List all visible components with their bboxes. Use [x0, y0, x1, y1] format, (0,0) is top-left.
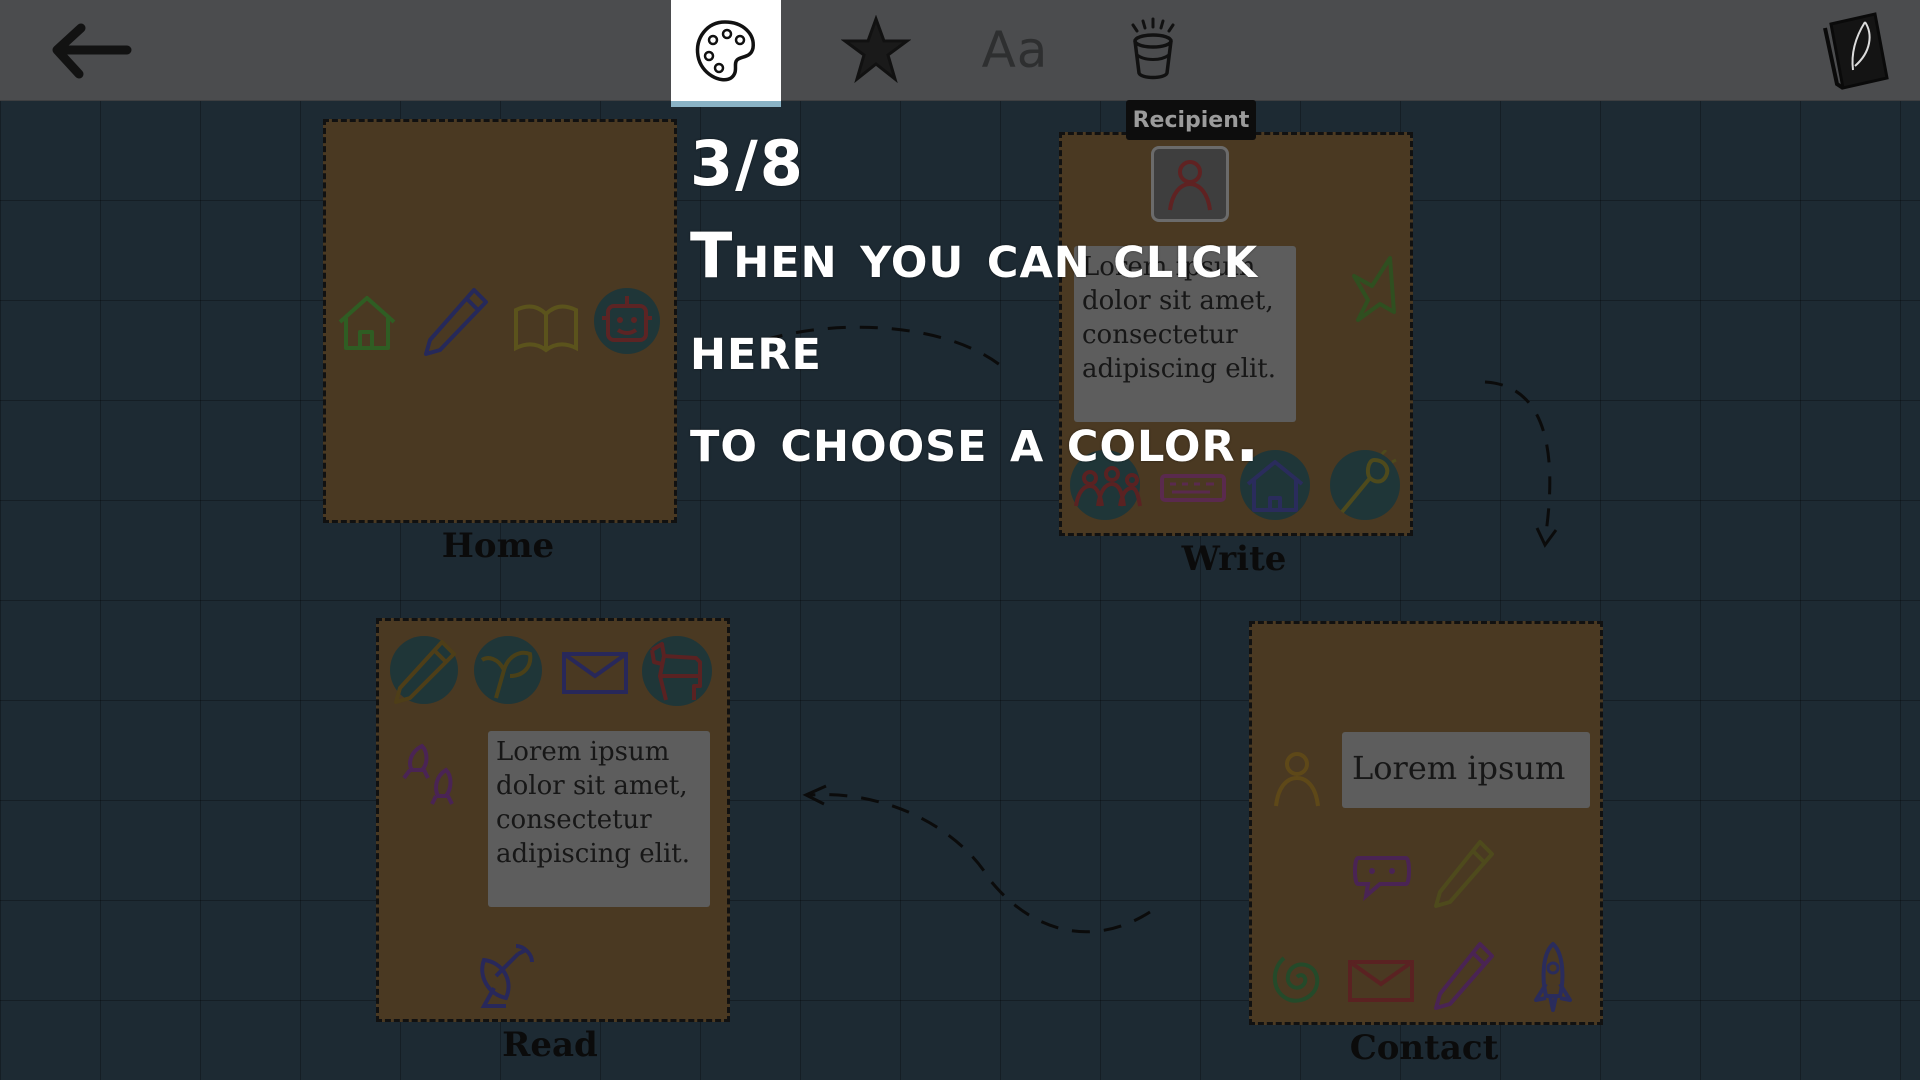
robot-icon [602, 296, 652, 342]
pencil-icon [424, 288, 488, 356]
rockets-icon [402, 743, 454, 805]
page-label-home: Home [441, 526, 555, 566]
person-icon-contact [1274, 752, 1320, 807]
chat-bubble-icon [1353, 856, 1411, 902]
rocket-icon [1534, 942, 1572, 1012]
read-text-box[interactable]: Lorem ipsum dolor sit amet, consectetur … [488, 731, 710, 907]
contact-text-box[interactable]: Lorem ipsum [1342, 732, 1590, 808]
tutorial-step-counter: 3/8 [690, 127, 805, 200]
book-icon [514, 304, 578, 353]
tutorial-message: Then you can click here to choose a colo… [690, 219, 1261, 476]
dog-icon [650, 642, 702, 701]
pencil-icon-contact [1434, 840, 1494, 908]
page-label-write: Write [1181, 539, 1287, 579]
house-icon [338, 296, 396, 350]
plant-icon [480, 650, 533, 699]
page-label-contact: Contact [1349, 1028, 1499, 1068]
envelope-icon-contact [1348, 960, 1414, 1002]
pencil-icon-contact-2 [1434, 942, 1494, 1010]
spiral-icon [1273, 956, 1320, 1003]
tutorial-overlay: 3/8 Then you can click here to choose a … [690, 128, 1410, 486]
satellite-dish-icon [480, 944, 534, 1008]
page-label-read: Read [502, 1025, 598, 1065]
envelope-icon [562, 652, 628, 694]
pencil-icon-read [394, 640, 456, 704]
